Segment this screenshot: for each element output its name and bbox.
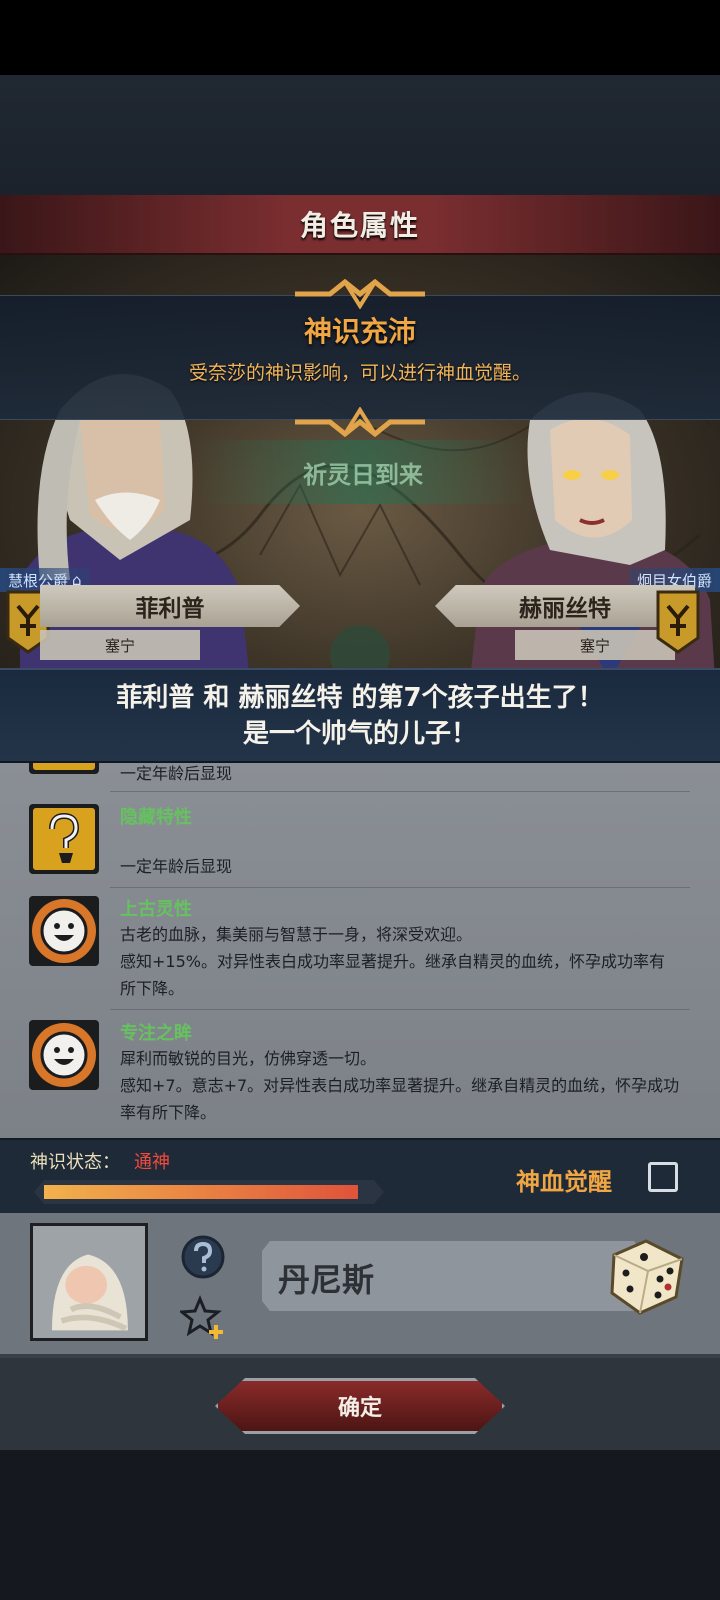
status-label: 神识状态： — [30, 1152, 120, 1173]
smile-sun-icon — [29, 1020, 99, 1090]
page-header: 角色属性 — [0, 195, 720, 255]
child-panel: 丹尼斯 — [0, 1213, 720, 1358]
trait-desc: 犀利而敏锐的目光，仿佛穿透一切。 感知+7。意志+7。对异性表白成功率显著提升。… — [120, 1049, 680, 1122]
help-icon[interactable] — [181, 1235, 225, 1279]
add-star-icon[interactable] — [180, 1295, 226, 1341]
question-icon — [29, 763, 99, 774]
trait-name: 隐藏特性 — [120, 807, 192, 828]
trait-desc: 一定年龄后显现 — [120, 857, 233, 876]
page-title: 角色属性 — [299, 209, 420, 242]
confirm-button[interactable]: 确定 — [215, 1378, 505, 1434]
system-status-bar — [0, 0, 720, 75]
mother-location: 塞宁 — [579, 636, 610, 655]
ornament-bottom-icon — [295, 407, 425, 437]
announcement-line1: 菲利普 和 赫丽丝特 的第7个孩子出生了！ — [116, 683, 604, 713]
prayer-day-label: 祈灵日到来 — [303, 460, 423, 489]
child-name: 丹尼斯 — [278, 1261, 375, 1299]
awaken-label: 神血觉醒 — [516, 1168, 612, 1196]
mother-location-plate: 塞宁 — [515, 630, 675, 660]
random-dice-icon[interactable] — [606, 1237, 686, 1317]
banner-subtitle: 受奈莎的神识影响，可以进行神血觉醒。 — [188, 362, 531, 384]
bottom-dimmed-area — [0, 1450, 720, 1600]
divine-status-bar: 神识状态： 通神 神血觉醒 — [0, 1138, 720, 1213]
awaken-checkbox[interactable] — [648, 1162, 678, 1192]
status-value: 通神 — [134, 1152, 170, 1173]
mother-crest-icon — [656, 590, 700, 654]
divider — [110, 791, 690, 792]
announcement-line2: 是一个帅气的儿子！ — [242, 719, 477, 749]
divider — [110, 1009, 690, 1010]
trait-list[interactable]: 一定年龄后显现 隐藏特性 一定年龄后显现 上古灵性 古老的血脉，集美丽与智慧于一… — [0, 763, 720, 1138]
child-name-field[interactable]: 丹尼斯 — [262, 1241, 642, 1311]
divider — [110, 887, 690, 888]
trait-name: 上古灵性 — [120, 899, 192, 920]
prayer-day-button[interactable]: 祈灵日到来 — [198, 440, 528, 504]
birth-announcement: 菲利普 和 赫丽丝特 的第7个孩子出生了！ 是一个帅气的儿子！ — [0, 668, 720, 763]
father-name: 菲利普 — [135, 596, 205, 622]
trait-name: 专注之眸 — [120, 1023, 192, 1044]
father-nameplate: 菲利普 — [40, 585, 300, 627]
divine-progress-fill — [44, 1185, 358, 1199]
question-icon — [29, 804, 99, 874]
ornament-top-icon — [295, 279, 425, 309]
baby-portrait — [30, 1223, 148, 1341]
divine-progress-bar — [34, 1180, 384, 1204]
smile-sun-icon — [29, 896, 99, 966]
trait-desc: 一定年龄后显现 — [120, 764, 233, 783]
father-location-plate: 塞宁 — [40, 630, 200, 660]
confirm-label: 确定 — [337, 1396, 382, 1421]
trait-desc: 古老的血脉，集美丽与智慧于一身，将深受欢迎。 感知+15%。对异性表白成功率显著… — [120, 925, 665, 998]
footer: 确定 — [0, 1358, 720, 1450]
divine-banner: 神识充沛 受奈莎的神识影响，可以进行神血觉醒。 — [0, 279, 720, 437]
dimmed-background — [0, 75, 720, 195]
mother-name: 赫丽丝特 — [519, 596, 611, 622]
banner-title: 神识充沛 — [303, 315, 416, 348]
father-location: 塞宁 — [104, 636, 135, 655]
